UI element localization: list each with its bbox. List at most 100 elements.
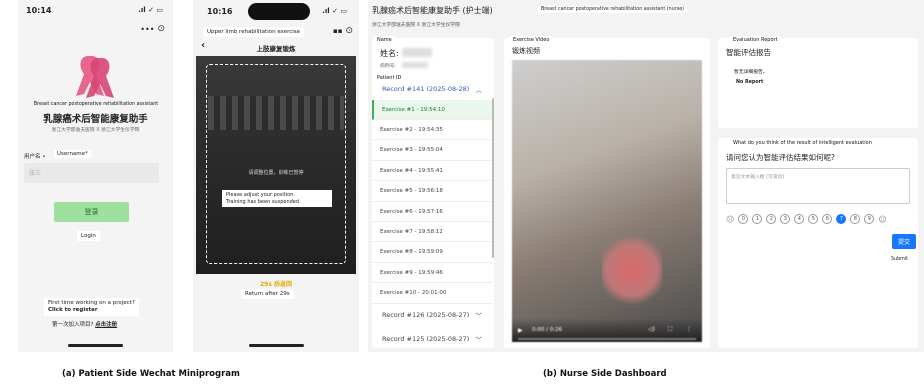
video-progress[interactable] xyxy=(518,338,696,340)
sad-face-icon: ☹ xyxy=(726,214,735,224)
case-number: 病例号: xyxy=(380,64,397,69)
volume-icon[interactable]: ◁) xyxy=(648,326,655,333)
patient-login-screen: 10:14 .ıl ✓ ▭ ••• ⊙ Breast cancer postop… xyxy=(18,0,173,352)
exercise-item[interactable]: Exercise #1 - 19:54:10 xyxy=(372,100,492,120)
register-hint-en: First time working on a project? Click t… xyxy=(44,298,139,316)
play-icon[interactable]: ▶ xyxy=(518,327,523,334)
blurred-subject xyxy=(602,230,662,310)
overlay-cn: 请调整位置，训练已暂停 xyxy=(248,170,304,176)
home-indicator xyxy=(68,344,123,347)
score-option[interactable]: 2 xyxy=(766,214,777,224)
miniprogram-capsule[interactable]: ▪▪ ⊙ xyxy=(333,26,353,36)
record-125-label: Record #125 (2025-08-27) xyxy=(382,335,470,343)
more-icon[interactable]: ▪▪ xyxy=(333,27,343,35)
pink-ribbon-logo xyxy=(76,56,114,98)
score-option[interactable]: 3 xyxy=(780,214,791,224)
login-button[interactable]: 登录 xyxy=(54,202,129,222)
name-tag: Name xyxy=(374,36,395,44)
patient-panel: Name 姓名: 病例号: Patient ID Record #141 (20… xyxy=(372,36,494,350)
status-icons: .ıl ✓ ▭ xyxy=(138,6,163,14)
record-141-label: Record #141 (2025-08-28) xyxy=(382,85,470,93)
patient-exercise-screen: 10:16 .ıl ✓ ▭ Upper limb rehabilitation … xyxy=(193,0,359,352)
chevron-up-icon: ︿ xyxy=(475,86,483,94)
first-time-cn: 第一次加入项目? xyxy=(52,322,94,328)
record-141-toggle[interactable]: Record #141 (2025-08-28) ︿ xyxy=(372,78,492,100)
video-controls: ▶ 0:00 / 0:26 ◁) ⛶ ⋮ xyxy=(512,318,702,342)
video-player[interactable]: ▶ 0:00 / 0:26 ◁) ⛶ ⋮ xyxy=(512,60,702,342)
overlay-en: Please adjust your position. Training ha… xyxy=(222,190,332,207)
chevron-down-icon: ﹀ xyxy=(475,312,483,320)
exercise-video-tag: Exercise Video xyxy=(510,36,553,44)
record-125-toggle[interactable]: Record #125 (2025-08-27) ﹀ xyxy=(372,328,492,350)
score-option[interactable]: 5 xyxy=(808,214,819,224)
score-option[interactable]: 0 xyxy=(738,214,749,224)
exercise-title: 上肢康复锻炼 xyxy=(256,45,296,53)
caption-b: (b) Nurse Side Dashboard xyxy=(543,369,667,379)
evaluation-tag: Evaluation Report xyxy=(730,36,781,44)
scrollbar[interactable] xyxy=(492,98,494,258)
no-report-cn: 暂无详细报告。 xyxy=(734,70,768,75)
happy-face-icon: ☺ xyxy=(878,214,887,224)
exercise-item[interactable]: Exercise #8 - 19:59:09 xyxy=(372,242,492,263)
dashboard-title-en: Breast cancer postoperative rehabilitati… xyxy=(538,6,688,13)
status-time: 10:16 xyxy=(207,7,233,16)
first-time-en: First time working on a project? xyxy=(48,300,135,306)
register-row: 第一次加入项目? 点击注册 xyxy=(52,320,117,328)
exercise-item[interactable]: Exercise #7 - 19:58:12 xyxy=(372,222,492,243)
case-redacted xyxy=(402,62,428,68)
countdown: 29s 后返回 xyxy=(259,281,292,288)
more-icon[interactable]: ⋮ xyxy=(686,326,692,333)
score-option[interactable]: 7 xyxy=(836,214,847,224)
caption-a: (a) Patient Side Wechat Miniprogram xyxy=(62,369,240,379)
position-frame xyxy=(206,64,346,264)
username-label-cn: 用户名 • xyxy=(24,154,46,160)
fullscreen-icon[interactable]: ⛶ xyxy=(668,326,672,334)
return-en: Return after 29s xyxy=(241,289,294,299)
exercise-item[interactable]: Exercise #9 - 19:59:46 xyxy=(372,263,492,284)
close-icon[interactable]: ⊙ xyxy=(345,26,353,36)
score-selector: ☹ 0 1 2 3 4 5 6 7 8 9 ☺ xyxy=(726,214,887,224)
score-option[interactable]: 6 xyxy=(822,214,833,224)
username-input[interactable]: 张三 xyxy=(24,163,159,183)
score-option[interactable]: 1 xyxy=(752,214,763,224)
record-126-label: Record #126 (2025-08-27) xyxy=(382,311,470,319)
app-title: 乳腺癌术后智能康复助手 xyxy=(43,114,148,125)
video-title: 锻炼视频 xyxy=(512,47,540,55)
exercise-item[interactable]: Exercise #2 - 19:54:35 xyxy=(372,120,492,141)
exercise-en-label: Upper limb rehabilitation exercise xyxy=(203,27,305,37)
register-link[interactable]: 点击注册 xyxy=(95,322,117,328)
login-en-label: Login xyxy=(77,231,100,241)
name-redacted xyxy=(402,48,432,57)
feedback-textarea[interactable]: 意见文本输入框 (可滚动) xyxy=(726,168,910,204)
record-126-toggle[interactable]: Record #126 (2025-08-27) ﹀ xyxy=(372,304,492,326)
score-option[interactable]: 4 xyxy=(794,214,805,224)
score-option[interactable]: 8 xyxy=(850,214,861,224)
click-register-en: Click to register xyxy=(48,307,98,313)
score-option[interactable]: 9 xyxy=(864,214,875,224)
close-icon[interactable]: ⊙ xyxy=(157,24,165,34)
more-icon[interactable]: ••• xyxy=(140,25,154,34)
evaluation-panel: Evaluation Report 智能评估报告 暂无详细报告。 No Repo… xyxy=(718,36,918,128)
chevron-down-icon: ﹀ xyxy=(475,336,483,344)
status-time: 10:14 xyxy=(26,6,52,15)
overlay-en-line2: Training has been suspended xyxy=(226,198,300,205)
exercise-item[interactable]: Exercise #10 - 20:01:00 xyxy=(372,283,492,304)
username-label-en: Username* xyxy=(54,150,91,158)
exercise-item[interactable]: Exercise #3 - 19:55:04 xyxy=(372,140,492,161)
submit-button[interactable]: 提交 xyxy=(892,234,917,249)
home-indicator xyxy=(249,344,304,347)
exercise-item[interactable]: Exercise #6 - 19:57:16 xyxy=(372,202,492,222)
dashboard-title: 乳腺癌术后智能康复助手 (护士端) xyxy=(372,6,493,15)
evaluation-title: 智能评估报告 xyxy=(726,48,771,57)
question-cn: 请问您认为智能评估结果如何呢? xyxy=(726,153,835,162)
feedback-panel: What do you think of the result of intel… xyxy=(718,138,918,348)
exercise-item[interactable]: Exercise #4 - 19:55:41 xyxy=(372,161,492,182)
dashboard-subtitle: 浙江大学邵逸夫医院 X 浙江大学生仪学院 xyxy=(372,23,460,28)
question-en: What do you think of the result of intel… xyxy=(730,139,875,147)
exercise-item[interactable]: Exercise #5 - 19:56:18 xyxy=(372,181,492,202)
no-report-en: No Report xyxy=(736,80,764,85)
dynamic-island xyxy=(248,3,310,20)
submit-en-label: Submit xyxy=(888,256,912,263)
video-panel: Exercise Video 锻炼视频 ▶ 0:00 / 0:26 ◁) ⛶ ⋮ xyxy=(504,36,710,348)
miniprogram-capsule[interactable]: ••• ⊙ xyxy=(140,24,165,34)
